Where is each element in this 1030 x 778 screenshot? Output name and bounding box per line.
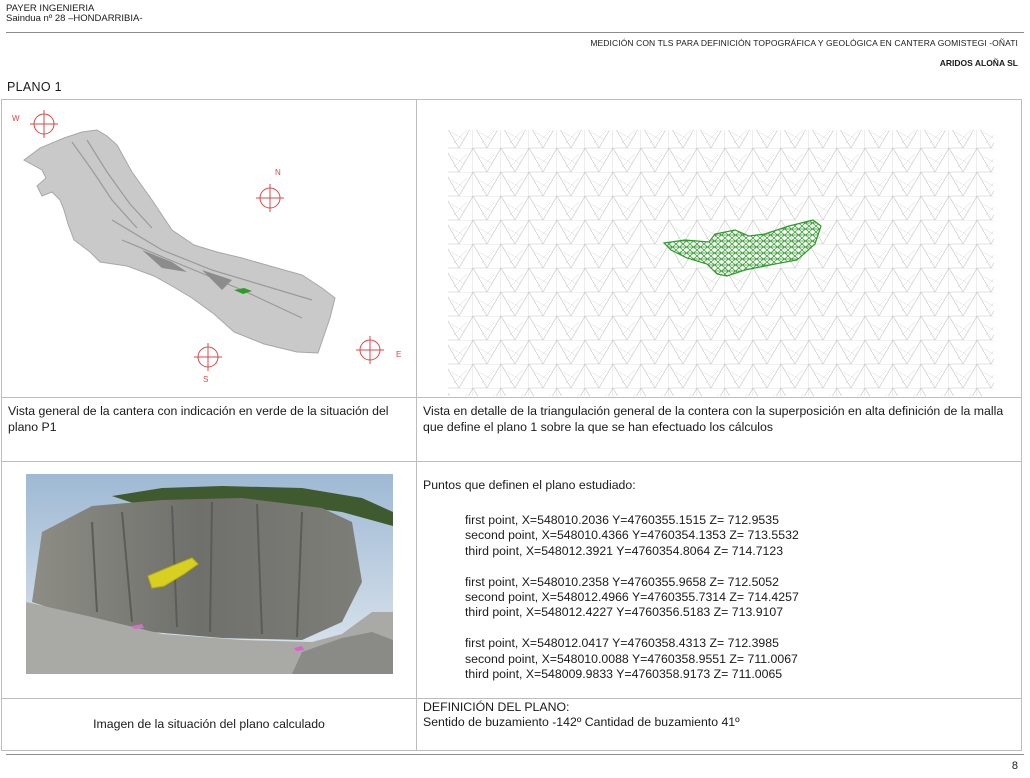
- point-line: third point, X=548009.9833 Y=4760358.917…: [465, 666, 783, 681]
- definition-row: Imagen de la situación del plano calcula…: [1, 698, 1022, 752]
- compass-north: [256, 184, 284, 212]
- point-group-2: first point, X=548010.2358 Y=4760355.965…: [423, 575, 1015, 621]
- photo-row: Puntos que definen el plano estudiado: f…: [1, 460, 1022, 700]
- point-line: second point, X=548010.4366 Y=4760354.13…: [465, 528, 799, 543]
- header-rule: [6, 32, 1024, 33]
- report-table: W N S E Vista general de la cantera con …: [1, 99, 1022, 752]
- company-block: PAYER INGENIERIA Saindua nº 28 –HONDARRI…: [6, 4, 143, 24]
- point-line: second point, X=548012.4966 Y=4760355.73…: [465, 590, 799, 605]
- general-view-caption: Vista general de la cantera con indicaci…: [1, 397, 417, 462]
- point-line: third point, X=548012.3921 Y=4760354.806…: [465, 543, 784, 558]
- compass-east-label: E: [396, 350, 401, 359]
- quarry-photo: [26, 474, 393, 674]
- points-heading: Puntos que definen el plano estudiado:: [423, 478, 636, 492]
- general-view-cell: W N S E: [1, 99, 417, 398]
- images-row: W N S E: [1, 99, 1022, 398]
- point-group-3: first point, X=548012.0417 Y=4760358.431…: [423, 636, 1015, 682]
- page-number: 8: [1011, 760, 1018, 772]
- compass-west-label: W: [12, 114, 20, 123]
- definition-title: DEFINICIÓN DEL PLANO:: [423, 700, 570, 715]
- detail-view-caption: Vista en detalle de la triangulación gen…: [416, 397, 1022, 462]
- compass-south: [194, 343, 222, 371]
- section-title: PLANO 1: [7, 80, 62, 94]
- point-group-1: first point, X=548010.2036 Y=4760355.151…: [423, 513, 1015, 559]
- compass-east: [356, 336, 384, 364]
- client-name: ARIDOS ALOÑA SL: [939, 58, 1018, 68]
- point-line: third point, X=548012.4227 Y=4760356.518…: [465, 605, 784, 620]
- compass-west: [30, 110, 58, 138]
- triangulation-figure: [448, 130, 994, 396]
- definition-text: Sentido de buzamiento -142º Cantidad de …: [423, 715, 740, 730]
- point-line: second point, X=548010.0088 Y=4760358.95…: [465, 651, 798, 666]
- project-title: MEDICIÓN CON TLS PARA DEFINICIÓN TOPOGRÁ…: [590, 38, 1018, 48]
- quarry-point-cloud: [23, 129, 336, 354]
- photo-caption: Imagen de la situación del plano calcula…: [1, 698, 417, 752]
- definition-cell: DEFINICIÓN DEL PLANO: Sentido de buzamie…: [416, 698, 1022, 752]
- photo-cell: [1, 460, 417, 700]
- point-line: first point, X=548012.0417 Y=4760358.431…: [465, 636, 779, 651]
- quarry-overview-figure: W N S E: [12, 110, 401, 384]
- detail-view-cell: [416, 99, 1022, 398]
- point-line: first point, X=548010.2358 Y=4760355.965…: [465, 574, 779, 589]
- point-line: first point, X=548010.2036 Y=4760355.151…: [465, 513, 779, 528]
- compass-north-label: N: [275, 168, 281, 177]
- footer-rule: [6, 754, 1024, 755]
- captions-row: Vista general de la cantera con indicaci…: [1, 397, 1022, 462]
- company-address: Saindua nº 28 –HONDARRIBIA-: [6, 13, 143, 24]
- points-cell: Puntos que definen el plano estudiado: f…: [416, 460, 1022, 700]
- compass-south-label: S: [203, 375, 208, 384]
